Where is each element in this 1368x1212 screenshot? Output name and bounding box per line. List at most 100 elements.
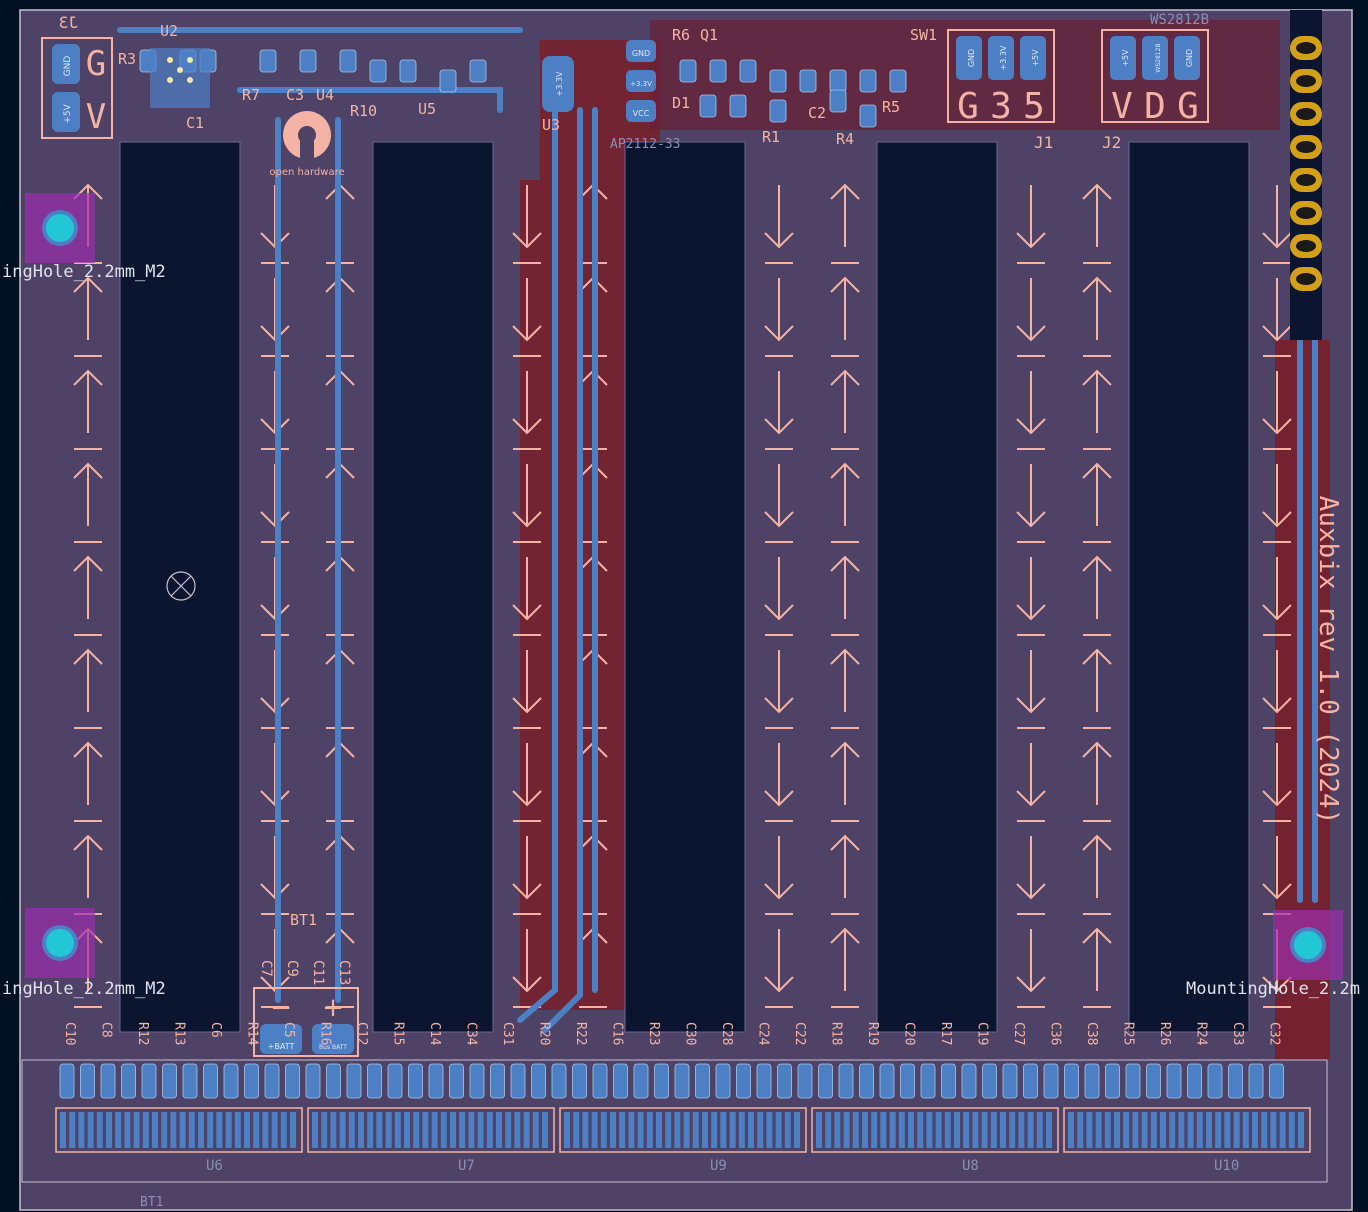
ic-pin xyxy=(926,1112,933,1148)
bottom-ref-c31: C31 xyxy=(500,1022,515,1045)
ic-pin xyxy=(78,1112,85,1148)
smd-pad-12 xyxy=(739,59,757,83)
bottom-smd-27 xyxy=(613,1063,628,1099)
smd-pad-17 xyxy=(889,69,907,93)
bottom-smd-1 xyxy=(80,1063,95,1099)
ic-pin xyxy=(852,1112,859,1148)
ic-pin xyxy=(431,1112,438,1148)
bottom-ref-c14: C14 xyxy=(427,1022,442,1046)
ic-pin xyxy=(234,1112,241,1148)
bottom-ref-r18: R18 xyxy=(829,1022,844,1045)
ic-pin xyxy=(711,1112,718,1148)
bottom-smd-21 xyxy=(490,1063,505,1099)
bottom-smd-24 xyxy=(551,1063,567,1099)
ref-r10: R10 xyxy=(350,102,377,120)
smd-pad-20 xyxy=(769,99,787,123)
smd-pad-7 xyxy=(399,59,417,83)
bottom-ref-c30: C30 xyxy=(683,1022,698,1045)
ic-pin xyxy=(610,1112,616,1148)
bottom-ref-c27: C27 xyxy=(1011,1022,1026,1045)
ic-pin xyxy=(542,1112,548,1148)
ic-pin xyxy=(69,1112,76,1148)
ref-r7: R7 xyxy=(242,86,260,104)
ic-pin xyxy=(161,1112,168,1148)
ic-pin xyxy=(1068,1112,1074,1148)
pin-header-right xyxy=(1290,10,1322,340)
bottom-smd-25 xyxy=(572,1063,587,1099)
u2-via-2 xyxy=(167,77,173,83)
j2-title: WS2812B xyxy=(1150,12,1209,28)
ic-pin xyxy=(981,1112,988,1148)
bottom-ref-r24: R24 xyxy=(1194,1022,1209,1046)
bottom-smd-35 xyxy=(777,1063,792,1099)
j3-ref: J3 xyxy=(59,13,78,32)
ic-pin xyxy=(523,1112,530,1148)
cap-c13: C13 xyxy=(336,960,352,985)
bottom-smd-8 xyxy=(223,1063,239,1099)
smd-pad-14 xyxy=(799,69,817,93)
ic-pin xyxy=(1206,1112,1212,1148)
bottom-smd-58 xyxy=(1248,1063,1264,1099)
cell-slot-2 xyxy=(372,141,494,1033)
ic-ref-5: U10 xyxy=(1214,1158,1239,1174)
ic-pin xyxy=(665,1112,672,1148)
bottom-ref-r17: R17 xyxy=(938,1022,953,1045)
bottom-smd-32 xyxy=(715,1063,731,1099)
ic-ref-3: U9 xyxy=(710,1158,727,1174)
ref-u2: U2 xyxy=(160,22,178,40)
ic-pin xyxy=(1104,1112,1111,1148)
ic-pin xyxy=(573,1112,580,1148)
cap-c9: C9 xyxy=(284,960,300,977)
bottom-ref-c28: C28 xyxy=(719,1022,734,1045)
bottom-ref-c24: C24 xyxy=(756,1022,771,1046)
bottom-smd-7 xyxy=(203,1063,218,1099)
ic-pin xyxy=(290,1112,296,1148)
ic-pin xyxy=(376,1112,383,1148)
smd-pad-8 xyxy=(439,69,457,93)
smd-pad-21 xyxy=(829,89,847,113)
ref-d1: D1 xyxy=(672,94,690,112)
ic-pin xyxy=(496,1112,502,1148)
bottom-smd-52 xyxy=(1125,1063,1141,1099)
ref-r4: R4 xyxy=(836,130,854,148)
bottom-smd-0 xyxy=(59,1063,75,1099)
ref-r3: R3 xyxy=(118,50,136,68)
ic-pin xyxy=(1270,1112,1277,1148)
bottom-ref-r20: R20 xyxy=(537,1022,552,1045)
ic-pin xyxy=(898,1112,905,1148)
ic-pin xyxy=(1132,1112,1139,1148)
bt1-plus: + xyxy=(322,993,344,1023)
ic-pin xyxy=(825,1112,832,1148)
smd-pad-3 xyxy=(259,49,277,73)
bottom-smd-55 xyxy=(1187,1063,1202,1099)
ic-pin xyxy=(816,1112,822,1148)
bottom-ref-r25: R25 xyxy=(1121,1022,1136,1045)
bottom-smd-31 xyxy=(695,1063,710,1099)
header-hole-1 xyxy=(1296,42,1316,54)
ic-pin xyxy=(96,1112,103,1148)
ic-ref-4: U8 xyxy=(962,1158,979,1174)
bottom-smd-36 xyxy=(797,1063,813,1099)
bottom-smd-16 xyxy=(387,1063,403,1099)
header-hole-5 xyxy=(1296,174,1316,186)
u2-chip xyxy=(150,48,210,108)
bottom-smd-56 xyxy=(1207,1063,1223,1099)
ic-pin xyxy=(477,1112,484,1148)
ic-pin xyxy=(87,1112,94,1148)
bottom-smd-17 xyxy=(408,1063,423,1099)
cap-c7: C7 xyxy=(258,960,274,977)
bottom-ref-r12: R12 xyxy=(135,1022,150,1045)
bottom-smd-18 xyxy=(428,1063,444,1099)
ic-pin xyxy=(908,1112,914,1148)
ic-pin xyxy=(124,1112,131,1148)
ref-r1: R1 xyxy=(762,128,780,146)
ic-pin xyxy=(459,1112,466,1148)
bottom-ref-c12: C12 xyxy=(354,1022,369,1045)
ic-pin xyxy=(1000,1112,1006,1148)
u3-pin-vcc: VCC xyxy=(633,109,650,118)
ic-pin xyxy=(532,1112,539,1148)
cell-slot-3 xyxy=(624,141,746,1033)
ic-pin xyxy=(1160,1112,1166,1148)
ic-pin xyxy=(1123,1112,1130,1148)
j1-big-1: G xyxy=(957,86,979,127)
